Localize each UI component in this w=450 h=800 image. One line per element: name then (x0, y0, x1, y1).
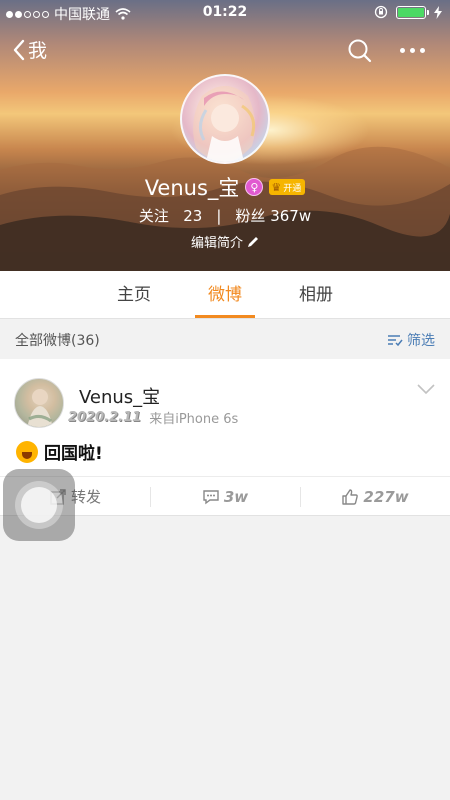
chevron-left-icon (13, 39, 25, 60)
rotation-lock-icon (374, 5, 388, 19)
like-count: 227w (363, 487, 409, 506)
search-icon[interactable] (347, 38, 373, 64)
post-content: 回国啦! (16, 439, 103, 464)
comment-icon (203, 489, 219, 504)
profile-name-row: Venus_宝 ♀ ♛ 开通 (0, 172, 450, 202)
tab-home[interactable]: 主页 (99, 271, 169, 319)
following-stat[interactable]: 关注 23 (139, 205, 202, 226)
assistive-touch-button[interactable] (3, 469, 75, 541)
fans-stat[interactable]: 粉丝 367w (235, 205, 311, 226)
status-bar-right (374, 5, 442, 19)
assistive-touch-dot (21, 487, 57, 523)
profile-avatar[interactable] (180, 74, 270, 164)
filter-icon (388, 335, 403, 347)
follow-stats: 关注 23 | 粉丝 367w (0, 205, 450, 226)
post-meta: 2020.2.11 来自iPhone 6s (68, 408, 238, 427)
edit-bio-button[interactable]: 编辑简介 (0, 232, 450, 251)
post-filter-bar: 全部微博(36) 筛选 (0, 320, 450, 358)
post-author-avatar[interactable] (14, 378, 64, 428)
gender-badge: ♀ (245, 178, 264, 196)
post-source: 来自iPhone 6s (149, 412, 239, 427)
tab-album[interactable]: 相册 (281, 271, 351, 319)
comment-button[interactable]: 3w (150, 477, 300, 516)
following-label: 关注 (138, 207, 169, 225)
fans-count: 367w (270, 207, 312, 225)
post-date: 2020.2.11 (68, 410, 142, 425)
stats-separator: | (216, 206, 222, 225)
active-tab-indicator (195, 315, 255, 318)
back-button[interactable]: 我 (12, 36, 47, 63)
filter-label: 筛选 (407, 333, 435, 349)
back-label: 我 (28, 40, 48, 62)
repost-label: 转发 (70, 488, 101, 506)
more-icon[interactable] (400, 48, 425, 53)
vip-label: 开通 (283, 183, 302, 194)
charging-icon (434, 5, 442, 19)
profile-name: Venus_宝 (144, 176, 240, 200)
tab-weibo[interactable]: 微博 (190, 271, 260, 319)
avatar-photo (15, 379, 63, 427)
vip-badge[interactable]: ♛ 开通 (269, 179, 306, 195)
emoji-icon (16, 440, 38, 463)
comment-count: 3w (223, 487, 249, 506)
post-author-name[interactable]: Venus_宝 (79, 383, 160, 409)
post-text: 回国啦! (44, 444, 103, 464)
following-count: 23 (183, 207, 203, 225)
status-bar: 中国联通 01:22 (0, 0, 450, 26)
avatar-illustration (193, 86, 256, 162)
battery-icon (396, 5, 429, 19)
filter-button[interactable]: 筛选 (387, 330, 435, 350)
profile-header: 中国联通 01:22 我 Venus_宝 ♀ ♛ 开通 关注 23 | 粉丝 3… (0, 0, 450, 271)
all-posts-count: 全部微博(36) (15, 333, 100, 349)
pencil-icon (248, 236, 258, 247)
fans-label: 粉丝 (235, 207, 266, 225)
like-button[interactable]: 227w (300, 477, 450, 516)
crown-icon: ♛ (271, 180, 282, 194)
thumbs-up-icon (342, 488, 359, 505)
edit-bio-label: 编辑简介 (190, 236, 243, 251)
chevron-down-icon[interactable] (416, 383, 436, 395)
profile-tabs: 主页 微博 相册 (0, 271, 450, 319)
